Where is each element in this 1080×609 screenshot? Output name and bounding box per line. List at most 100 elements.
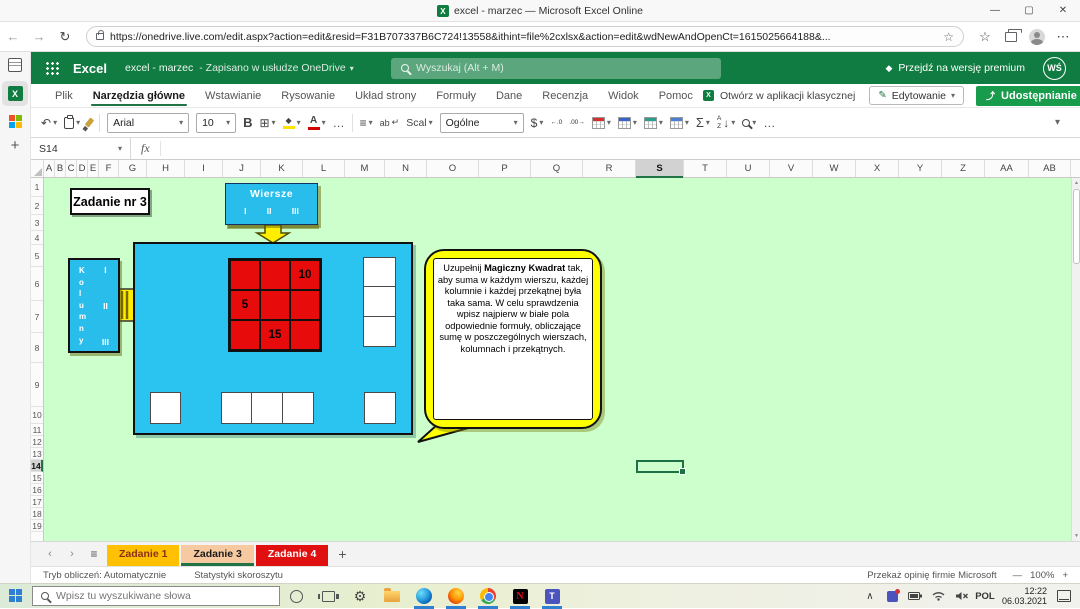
- network-icon[interactable]: [929, 584, 949, 609]
- task-label-box[interactable]: Zadanie nr 3: [70, 188, 150, 215]
- forward-icon[interactable]: →: [26, 29, 52, 44]
- spreadsheet-grid[interactable]: Zadanie nr 3 Wiersze IIIIII Kolumny IIII…: [31, 178, 1080, 541]
- collapse-ribbon-icon[interactable]: ▾: [1055, 117, 1060, 128]
- new-tab-button[interactable]: +: [11, 137, 20, 154]
- column-header[interactable]: H: [147, 160, 185, 177]
- align-button[interactable]: ≡▾: [360, 116, 373, 130]
- refresh-icon[interactable]: ↻: [52, 29, 78, 45]
- row-header[interactable]: 15: [31, 472, 43, 484]
- row-header[interactable]: 4: [31, 231, 43, 245]
- row-header[interactable]: 1: [31, 178, 43, 197]
- column-header[interactable]: V: [770, 160, 813, 177]
- sheet-tab[interactable]: Zadanie 1: [107, 545, 179, 566]
- magic-square-cell[interactable]: [290, 290, 320, 320]
- taskbar-search-box[interactable]: [32, 586, 280, 606]
- url-input[interactable]: [110, 31, 937, 43]
- fill-color-button[interactable]: ◆ ▾: [283, 117, 301, 129]
- tray-teams-icon[interactable]: [883, 584, 903, 609]
- column-header[interactable]: W: [813, 160, 856, 177]
- column-header[interactable]: G: [119, 160, 147, 177]
- settings-button[interactable]: ⚙: [344, 584, 376, 609]
- cortana-button[interactable]: [280, 584, 312, 609]
- column-header[interactable]: R: [583, 160, 636, 177]
- column-header[interactable]: N: [385, 160, 427, 177]
- row-header[interactable]: 10: [31, 407, 43, 424]
- zoom-level[interactable]: 100%: [1030, 570, 1054, 581]
- ribbon-tab[interactable]: Rysowanie: [271, 84, 345, 107]
- close-button[interactable]: ✕: [1046, 0, 1080, 21]
- borders-button[interactable]: ⊞▾: [259, 116, 275, 130]
- sum-box[interactable]: [363, 257, 396, 288]
- magic-square-cell[interactable]: 10: [290, 260, 320, 290]
- favorites-icon[interactable]: ☆: [972, 29, 998, 45]
- share-button[interactable]: ⤴ Udostępnianie: [976, 86, 1080, 106]
- column-header[interactable]: Y: [899, 160, 942, 177]
- column-header[interactable]: O: [427, 160, 479, 177]
- magic-square-cell[interactable]: [260, 290, 290, 320]
- browser-menu-icon[interactable]: ⋯: [1050, 29, 1076, 45]
- column-header[interactable]: X: [856, 160, 899, 177]
- row-header[interactable]: 6: [31, 267, 43, 301]
- maximize-button[interactable]: ▢: [1012, 0, 1046, 21]
- magic-square-cell[interactable]: 15: [260, 320, 290, 350]
- ribbon-tab[interactable]: Narzędzia główne: [83, 84, 195, 107]
- rows-label-box[interactable]: Wiersze IIIIII: [225, 183, 318, 225]
- instruction-bubble[interactable]: Uzupełnij Magiczny Kwadrat tak, aby suma…: [424, 249, 602, 429]
- minimize-button[interactable]: —: [978, 0, 1012, 21]
- saved-status-chevron-icon[interactable]: ▾: [350, 64, 354, 73]
- column-header[interactable]: L: [303, 160, 345, 177]
- diagonal-sum-box-right[interactable]: [364, 392, 396, 424]
- magic-square-cell[interactable]: [260, 260, 290, 290]
- row-header[interactable]: 9: [31, 363, 43, 407]
- saved-status[interactable]: - Zapisano w usłudze OneDrive: [199, 62, 345, 74]
- ribbon-tab[interactable]: Formuły: [426, 84, 486, 107]
- paste-button[interactable]: ▾: [64, 117, 80, 129]
- column-header[interactable]: A: [44, 160, 55, 177]
- find-button[interactable]: ▾: [742, 118, 756, 127]
- cell-styles-button[interactable]: ▾: [670, 117, 689, 129]
- decrease-decimal-button[interactable]: .00→: [569, 119, 585, 126]
- column-header[interactable]: U: [727, 160, 770, 177]
- sheet-tab[interactable]: Zadanie 4: [256, 545, 328, 566]
- row-header[interactable]: 16: [31, 484, 43, 496]
- wrap-text-button[interactable]: ab↵: [380, 117, 400, 128]
- edge-button[interactable]: [408, 584, 440, 609]
- browser-tab-microsoft-icon[interactable]: [9, 115, 22, 128]
- premium-upgrade-link[interactable]: ◆ Przejdź na wersję premium: [885, 62, 1025, 74]
- bold-button[interactable]: B: [243, 115, 252, 130]
- firefox-button[interactable]: [440, 584, 472, 609]
- office-search-box[interactable]: [391, 58, 721, 79]
- autosum-button[interactable]: Σ▾: [696, 115, 710, 130]
- font-name-combo[interactable]: Arial▾: [107, 113, 189, 133]
- file-explorer-button[interactable]: [376, 584, 408, 609]
- collections-icon[interactable]: [998, 32, 1024, 42]
- document-title[interactable]: excel - marzec: [125, 62, 193, 74]
- column-header[interactable]: AA: [985, 160, 1029, 177]
- row-header[interactable]: 12: [31, 436, 43, 448]
- row-header[interactable]: 18: [31, 508, 43, 520]
- office-search-input[interactable]: [416, 62, 656, 74]
- font-color-button[interactable]: A ▾: [308, 116, 326, 130]
- column-header[interactable]: AB: [1029, 160, 1071, 177]
- more-commands-button[interactable]: …: [763, 116, 775, 130]
- browser-tab-page-icon[interactable]: [8, 58, 22, 72]
- sheet-prev-icon[interactable]: ‹: [41, 548, 59, 560]
- merge-button[interactable]: Scal▾: [406, 117, 432, 129]
- column-header[interactable]: K: [261, 160, 303, 177]
- sum-box[interactable]: [282, 392, 314, 424]
- row-header[interactable]: 14: [31, 460, 43, 472]
- back-icon[interactable]: ←: [0, 29, 26, 44]
- zoom-out-button[interactable]: —: [1013, 570, 1023, 581]
- row-header[interactable]: 7: [31, 301, 43, 333]
- column-header[interactable]: D: [77, 160, 88, 177]
- tray-expand-icon[interactable]: ∧: [860, 584, 880, 609]
- sort-filter-button[interactable]: AZ↓▾: [717, 115, 735, 129]
- browser-tab-excel-active[interactable]: X: [2, 81, 28, 106]
- language-indicator[interactable]: POL: [975, 584, 995, 609]
- row-header[interactable]: 2: [31, 197, 43, 215]
- row-header[interactable]: 19: [31, 520, 43, 532]
- sum-box[interactable]: [251, 392, 283, 424]
- all-sheets-menu-icon[interactable]: ≡: [85, 547, 103, 561]
- column-header[interactable]: C: [66, 160, 77, 177]
- column-header[interactable]: B: [55, 160, 66, 177]
